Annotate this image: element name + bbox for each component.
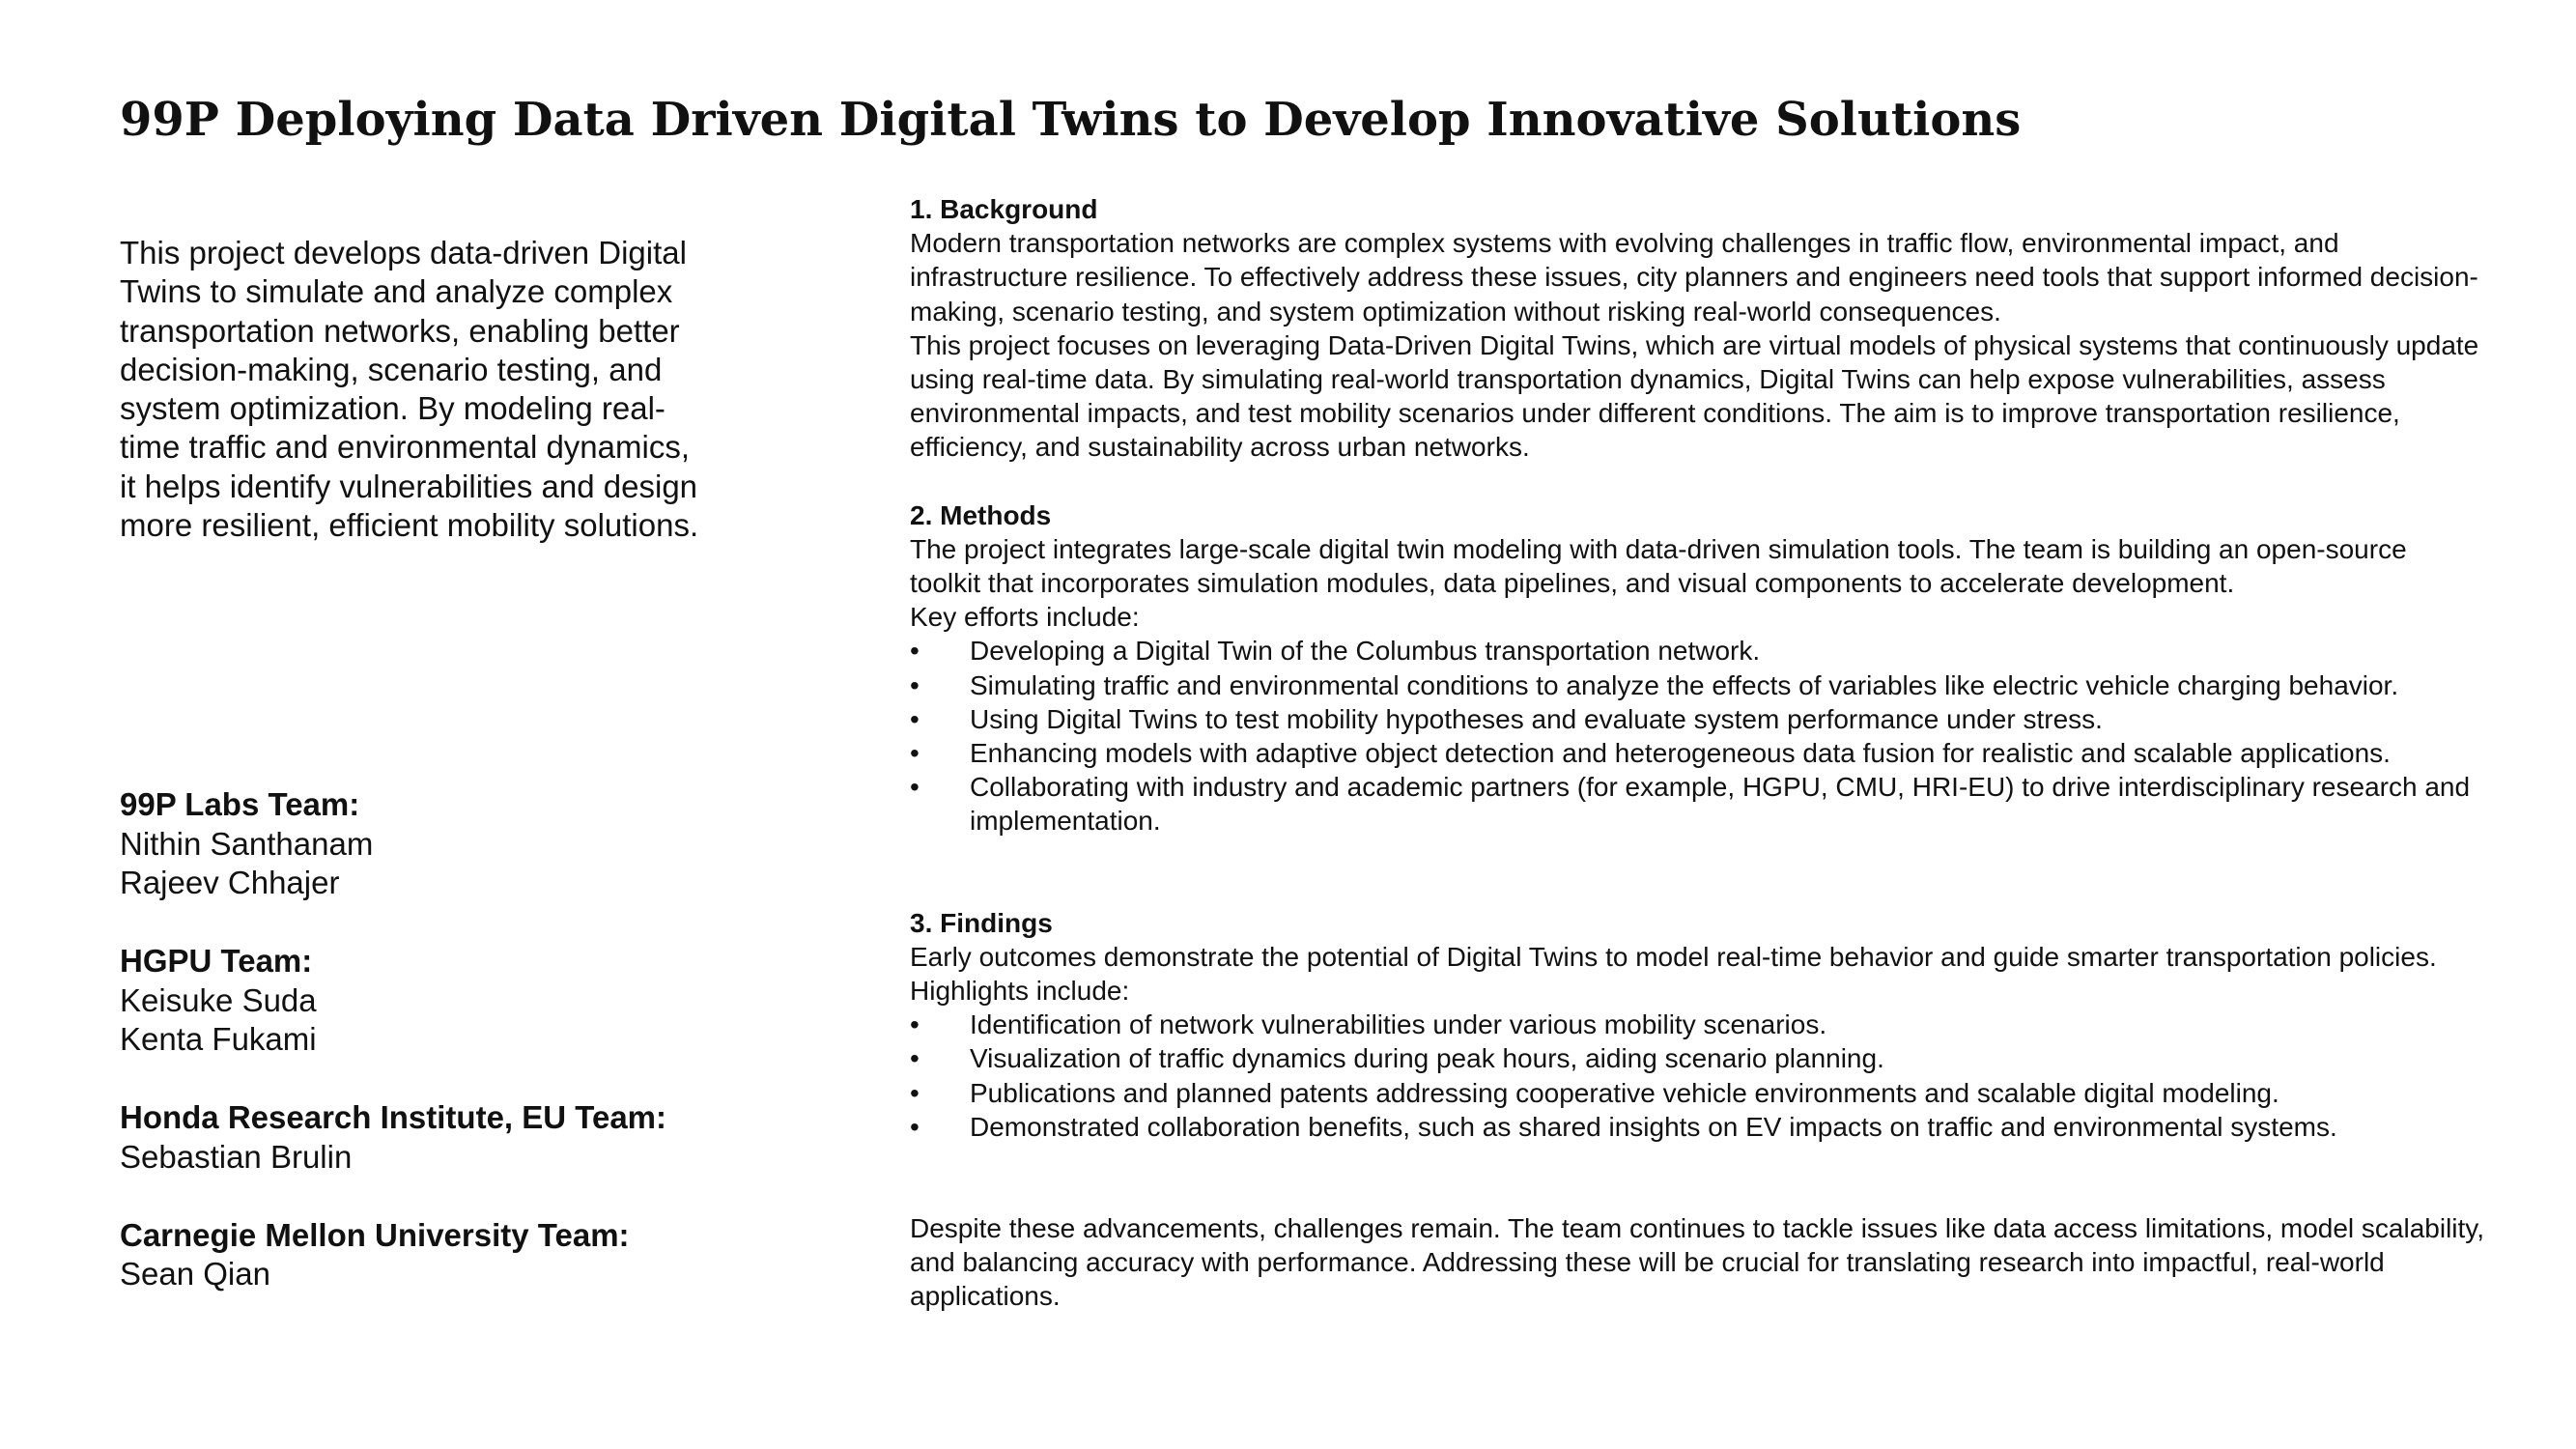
findings-section: 3. Findings Early outcomes demonstrate t… bbox=[910, 906, 2484, 1144]
list-item: • Publications and planned patents addres… bbox=[910, 1076, 2484, 1110]
background-section: 1. Background Modern transportation netw… bbox=[910, 192, 2484, 465]
summary-column: This project develops data-driven Digita… bbox=[120, 234, 699, 545]
team-block: Honda Research Institute, EU Team: Sebas… bbox=[120, 1098, 738, 1177]
paragraph: This project focuses on leveraging Data-… bbox=[910, 329, 2479, 463]
team-block: HGPU Team: Keisuke Suda Kenta Fukami bbox=[120, 942, 738, 1060]
team-name: Honda Research Institute, EU Team: bbox=[120, 1099, 667, 1135]
list-item-text: Publications and planned patents address… bbox=[970, 1077, 2279, 1108]
list-item-text: Using Digital Twins to test mobility hyp… bbox=[970, 703, 2103, 734]
team-name: HGPU Team: bbox=[120, 943, 313, 979]
paragraph: Early outcomes demonstrate the potential… bbox=[910, 941, 2437, 1007]
list-item: • Demonstrated collaboration benefits, su… bbox=[910, 1110, 2484, 1144]
paragraph: The project integrates large-scale digit… bbox=[910, 533, 2407, 599]
list-item: • Identification of network vulnerabiliti… bbox=[910, 1008, 2484, 1041]
bullet-icon: • bbox=[910, 669, 920, 700]
list-item-text: Enhancing models with adaptive object de… bbox=[970, 738, 2391, 769]
list-item: • Enhancing models with adaptive object d… bbox=[910, 736, 2484, 770]
list-item-text: Identification of network vulnerabilitie… bbox=[970, 1009, 1827, 1040]
bullet-icon: • bbox=[910, 738, 920, 769]
section-heading: 1. Background bbox=[910, 194, 1098, 224]
findings-bullet-list: • Identification of network vulnerabiliti… bbox=[910, 1008, 2484, 1144]
paragraph: Key efforts include: bbox=[910, 602, 1140, 633]
team-list: 99P Labs Team: Nithin Santhanam Rajeev C… bbox=[120, 785, 738, 1333]
paragraph: Modern transportation networks are compl… bbox=[910, 228, 2478, 327]
list-item-text: Simulating traffic and environmental con… bbox=[970, 669, 2399, 700]
team-member: Keisuke Suda bbox=[120, 981, 317, 1018]
methods-section: 2. Methods The project integrates large-… bbox=[910, 498, 2484, 838]
list-item: • Simulating traffic and environmental co… bbox=[910, 668, 2484, 702]
team-name: 99P Labs Team: bbox=[120, 786, 360, 822]
list-item: • Using Digital Twins to test mobility hy… bbox=[910, 702, 2484, 736]
bullet-icon: • bbox=[910, 1009, 920, 1040]
page-title: 99P Deploying Data Driven Digital Twins … bbox=[120, 93, 2022, 147]
bullet-icon: • bbox=[910, 1111, 920, 1142]
bullet-icon: • bbox=[910, 1043, 920, 1074]
team-member: Nithin Santhanam bbox=[120, 825, 374, 862]
body-column: 1. Background Modern transportation netw… bbox=[910, 192, 2484, 1314]
list-item: • Visualization of traffic dynamics durin… bbox=[910, 1041, 2484, 1075]
team-member: Kenta Fukami bbox=[120, 1021, 317, 1057]
bullet-icon: • bbox=[910, 772, 920, 803]
section-heading: 2. Methods bbox=[910, 499, 1052, 530]
team-member: Sebastian Brulin bbox=[120, 1138, 353, 1175]
team-name: Carnegie Mellon University Team: bbox=[120, 1216, 630, 1253]
team-block: 99P Labs Team: Nithin Santhanam Rajeev C… bbox=[120, 785, 738, 903]
bullet-icon: • bbox=[910, 1077, 920, 1108]
section-heading: 3. Findings bbox=[910, 907, 1053, 938]
list-item-text: Collaborating with industry and academic… bbox=[970, 772, 2471, 837]
list-item: • Developing a Digital Twin of the Columb… bbox=[910, 634, 2484, 668]
team-member: Sean Qian bbox=[120, 1256, 270, 1292]
bullet-icon: • bbox=[910, 636, 920, 667]
bullet-icon: • bbox=[910, 703, 920, 734]
methods-bullet-list: • Developing a Digital Twin of the Columb… bbox=[910, 634, 2484, 838]
team-member: Rajeev Chhajer bbox=[120, 865, 340, 900]
project-summary: This project develops data-driven Digita… bbox=[120, 235, 699, 544]
closing-paragraph: Despite these advancements, challenges r… bbox=[910, 1213, 2485, 1312]
list-item-text: Visualization of traffic dynamics during… bbox=[970, 1043, 1884, 1074]
list-item-text: Developing a Digital Twin of the Columbu… bbox=[970, 636, 1761, 667]
list-item-text: Demonstrated collaboration benefits, suc… bbox=[970, 1111, 2337, 1142]
team-block: Carnegie Mellon University Team: Sean Qi… bbox=[120, 1216, 738, 1294]
list-item: • Collaborating with industry and academi… bbox=[910, 770, 2484, 838]
